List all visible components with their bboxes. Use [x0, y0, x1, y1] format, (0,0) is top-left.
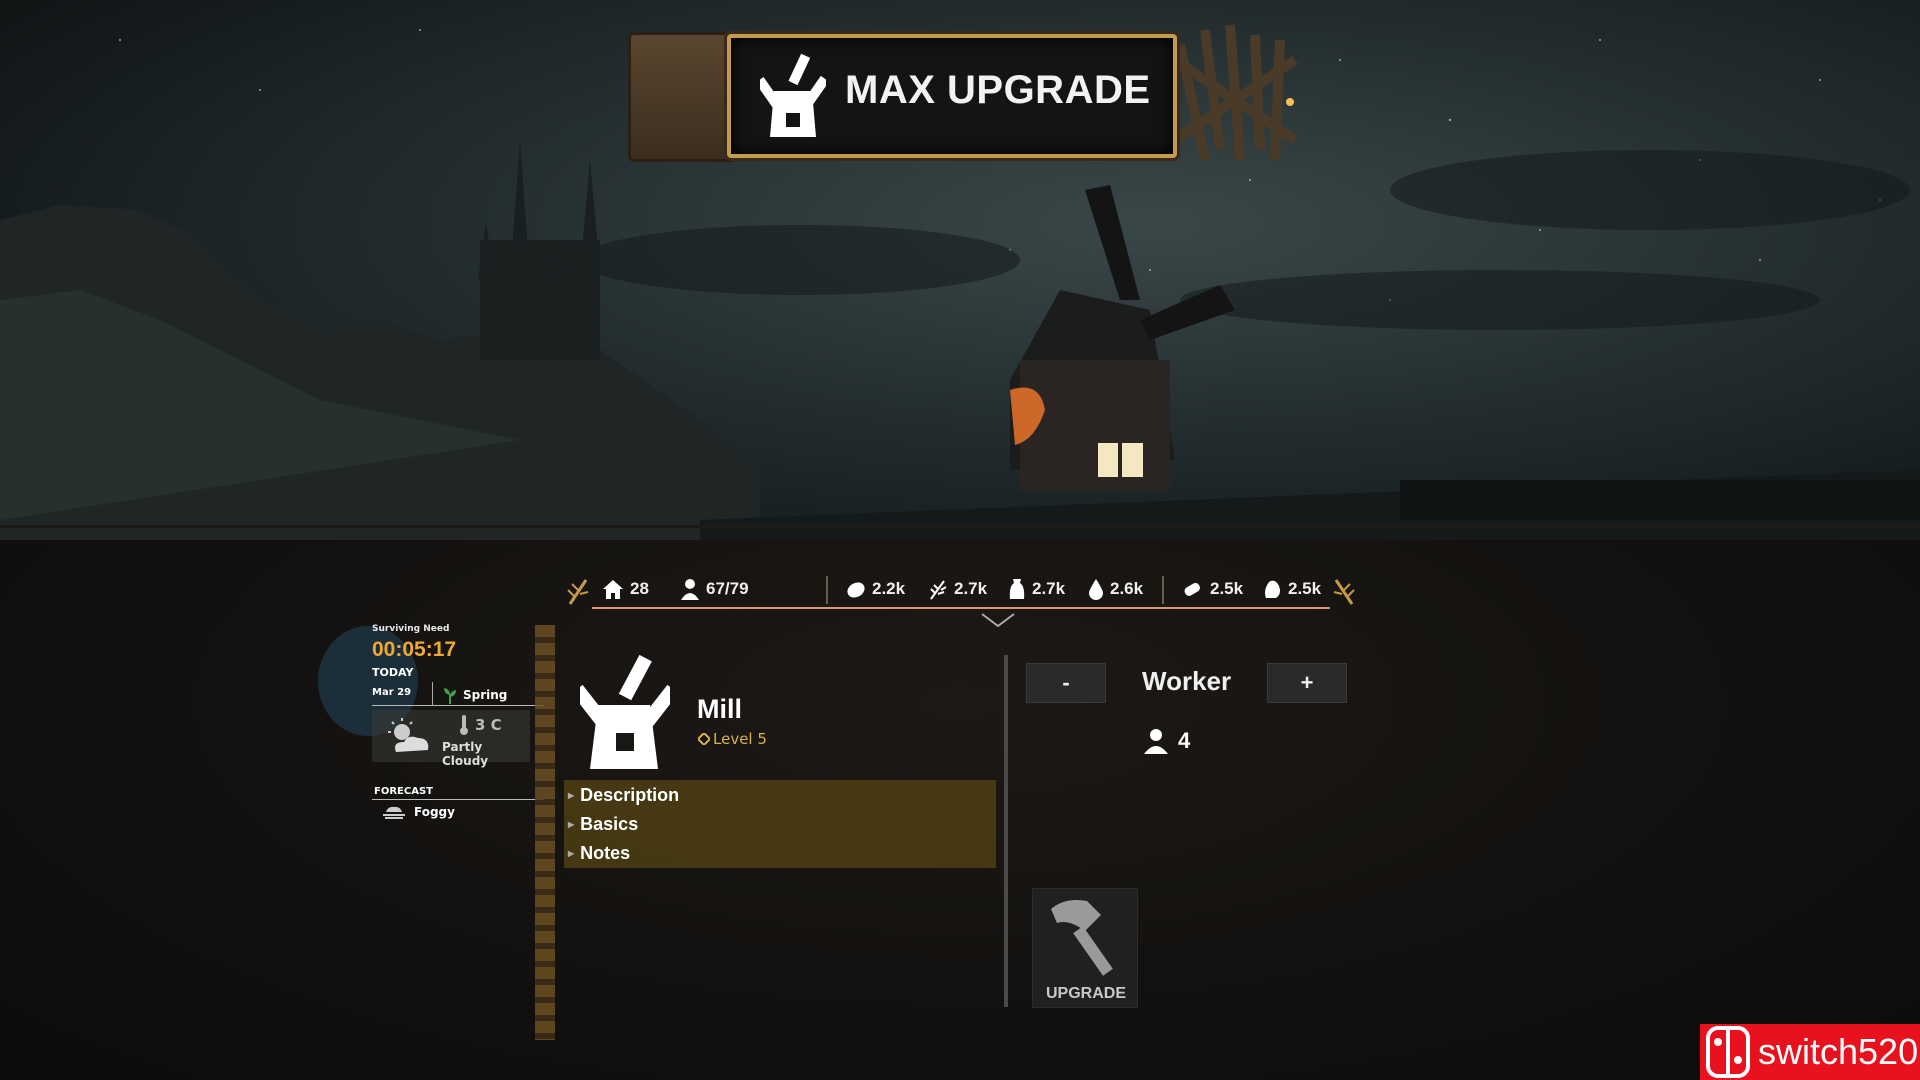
forecast-divider: [372, 799, 544, 800]
temperature: 3 C: [458, 714, 502, 736]
res-bread: 2.2k: [846, 574, 905, 604]
watermark: switch520: [1700, 1024, 1920, 1080]
add-worker-button[interactable]: +: [1267, 663, 1347, 703]
switch-logo-icon: [1706, 1026, 1750, 1078]
flour-amount: 2.7k: [1032, 579, 1066, 598]
weather-box: 3 C Partly Cloudy: [372, 710, 530, 768]
date-row: Mar 29 Spring: [372, 682, 544, 706]
res-flour: 2.7k: [1008, 574, 1065, 604]
panel-divider: [1004, 655, 1008, 1007]
temperature-text: 3 C: [475, 716, 502, 734]
banner-wood-bundle: [1172, 24, 1298, 162]
resource-separator: [826, 576, 828, 604]
forecast: Foggy: [382, 804, 455, 820]
res-wheat: 2.7k: [928, 574, 987, 604]
wood-log-icon: [1184, 582, 1200, 596]
building-level-text: Level 5: [713, 730, 767, 748]
wheat-amount: 2.7k: [954, 579, 988, 598]
resource-bar: 28 67/79 2.2k 2.7k 2.7k 2.6k 2.5k 2.5k: [560, 570, 1360, 610]
date-separator: [432, 682, 433, 706]
remove-worker-button[interactable]: -: [1026, 663, 1106, 703]
watermark-text: switch520: [1758, 1031, 1919, 1072]
person-icon: [681, 579, 699, 600]
building-level: Level 5: [698, 730, 767, 748]
section-description[interactable]: ▶ Description: [568, 782, 679, 808]
bread-icon: [847, 582, 865, 598]
res-water: 2.6k: [1088, 574, 1143, 604]
season: Spring: [442, 686, 507, 704]
flour-sack-icon: [1009, 579, 1025, 599]
partly-cloudy-icon: [388, 718, 429, 752]
forecast-label: FORECAST: [374, 786, 433, 797]
house-icon: [603, 580, 623, 599]
section-basics[interactable]: ▶ Basics: [568, 811, 638, 837]
hammer-icon: [1051, 900, 1113, 976]
wood-amount: 2.5k: [1210, 579, 1244, 598]
res-population: 67/79: [680, 574, 749, 604]
water-drop-icon: [1089, 579, 1103, 600]
section-notes-label: Notes: [580, 842, 631, 863]
stone-amount: 2.5k: [1288, 579, 1322, 598]
banner-title: MAX UPGRADE: [845, 68, 1151, 112]
wheat-ornament-left-icon: [567, 579, 589, 605]
person-icon: [1144, 729, 1168, 754]
expand-arrow-icon: ▶: [568, 819, 575, 829]
status-panel: Surviving Need 00:05:17 TODAY Mar 29 Spr…: [318, 620, 558, 840]
chevron-down-icon[interactable]: [980, 612, 1016, 628]
section-basics-label: Basics: [580, 813, 639, 834]
houses-count: 28: [630, 579, 649, 598]
water-amount: 2.6k: [1110, 579, 1144, 598]
resource-bar-underline: [592, 607, 1330, 609]
worker-label: Worker: [1142, 666, 1232, 696]
sprout-icon: [444, 688, 456, 704]
wheat-ornament-right-icon: [1333, 579, 1355, 605]
building-name: Mill: [697, 694, 742, 724]
expand-arrow-icon: ▶: [568, 790, 575, 800]
res-wood: 2.5k: [1182, 574, 1243, 604]
weather-condition: Partly Cloudy: [442, 740, 489, 768]
surviving-need-label: Surviving Need: [372, 624, 450, 634]
max-upgrade-banner: MAX UPGRADE: [620, 20, 1320, 165]
resource-separator: [1162, 576, 1164, 604]
expand-arrow-icon: ▶: [568, 848, 575, 858]
wheat-pillar-decoration: [535, 625, 555, 1040]
building-info-accordion: ▶ Description ▶ Basics ▶ Notes: [564, 780, 996, 868]
level-diamond-icon: [698, 733, 710, 745]
section-notes[interactable]: ▶ Notes: [568, 840, 630, 866]
res-houses: 28: [602, 574, 649, 604]
fog-icon: [383, 806, 405, 819]
upgrade-label: UPGRADE: [1045, 985, 1126, 1002]
banner-wood-plank: [628, 32, 738, 162]
surviving-need-timer: 00:05:17: [372, 638, 457, 661]
section-description-label: Description: [580, 784, 680, 805]
date-text: Mar 29: [372, 687, 412, 698]
wheat-icon: [930, 580, 947, 600]
bread-amount: 2.2k: [872, 579, 906, 598]
windmill-icon: [760, 53, 826, 137]
forecast-text: Foggy: [414, 805, 455, 819]
season-text: Spring: [463, 688, 508, 702]
mill-building-icon: [580, 655, 670, 769]
today-label: TODAY: [372, 666, 414, 679]
stone-icon: [1265, 580, 1280, 598]
res-stone: 2.5k: [1262, 574, 1321, 604]
population-count: 67/79: [706, 579, 749, 598]
upgrade-button[interactable]: UPGRADE: [1032, 888, 1138, 1008]
worker-count-text: 4: [1178, 728, 1191, 753]
thermometer-icon: [460, 715, 468, 735]
worker-count: 4: [1142, 728, 1190, 754]
